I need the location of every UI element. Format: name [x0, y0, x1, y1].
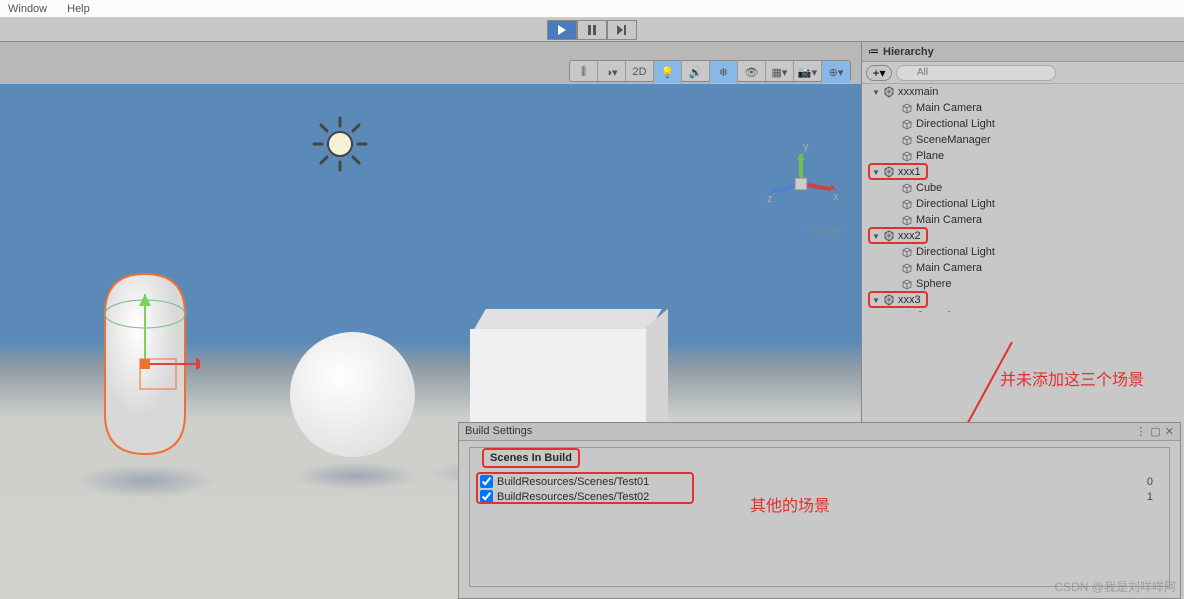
scenes-in-build-header: Scenes In Build	[482, 448, 580, 468]
menu-window[interactable]: Window	[4, 1, 51, 17]
gameobject-row[interactable]: Directional Light	[862, 196, 1184, 212]
capsule-object[interactable]	[90, 264, 200, 464]
scene-row[interactable]: ▼xxx3	[862, 292, 1184, 308]
lighting-toggle-icon[interactable]: 💡	[654, 61, 682, 83]
gameobject-name-label: Directional Light	[916, 118, 995, 130]
gizmos-toggle-icon[interactable]: ⊕▾	[822, 61, 850, 83]
step-button[interactable]	[607, 20, 637, 40]
gameobject-icon	[900, 277, 914, 291]
gameobject-name-label: Directional Light	[916, 198, 995, 210]
projection-label: ≡Persp	[806, 224, 841, 236]
svg-text:y: y	[803, 144, 809, 153]
annotation-not-added: 并未添加这三个场景	[1000, 366, 1144, 390]
scene-row[interactable]: ▼xxxmain	[862, 84, 1184, 100]
add-button[interactable]: +▾	[866, 65, 892, 81]
gameobject-name-label: Main Camera	[916, 214, 982, 226]
scene-index-label: 1	[1147, 491, 1159, 503]
camera-toggle-icon[interactable]: 📷▾	[794, 61, 822, 83]
shadow	[74, 464, 216, 498]
scene-name-label: xxxmain	[898, 86, 938, 98]
build-settings-title: Build Settings	[465, 425, 532, 438]
gameobject-icon	[900, 149, 914, 163]
gameobject-icon	[900, 101, 914, 115]
2d-toggle[interactable]: 2D	[626, 61, 654, 83]
gameobject-row[interactable]: Main Camera	[862, 100, 1184, 116]
audio-toggle-icon[interactable]: 🔊	[682, 61, 710, 83]
gameobject-row[interactable]: Sphere	[862, 276, 1184, 292]
grid-toggle-icon[interactable]: ▦▾	[766, 61, 794, 83]
scene-path-label: BuildResources/Scenes/Test01	[497, 476, 649, 488]
panel-close-icon[interactable]: ✕	[1165, 425, 1174, 438]
gameobject-icon	[900, 181, 914, 195]
gameobject-row[interactable]: Main Camera	[862, 212, 1184, 228]
gameobject-name-label: Sphere	[916, 278, 951, 290]
scene-index-label: 0	[1147, 476, 1159, 488]
panel-maximize-icon[interactable]: ▢	[1150, 425, 1160, 438]
gameobject-icon	[900, 197, 914, 211]
gameobject-name-label: Main Camera	[916, 102, 982, 114]
gameobject-row[interactable]: Plane	[862, 148, 1184, 164]
scene-name-label: xxx2	[898, 230, 921, 242]
scene-row[interactable]: ▼xxx2	[862, 228, 1184, 244]
scene-name-label: xxx1	[898, 166, 921, 178]
annotation-other-scenes: 其他的场景	[750, 492, 830, 516]
pause-button[interactable]	[577, 20, 607, 40]
scene-toolbar: ⫼ ◑▾ 2D 💡 🔊 ❄ 👁 ▦▾ 📷▾ ⊕▾	[569, 60, 851, 82]
hierarchy-icon: ≔	[868, 45, 879, 58]
watermark: CSDN @我是刘咩咩阿	[1054, 578, 1176, 595]
shading-dropdown-icon[interactable]: ◑▾	[598, 61, 626, 83]
unity-scene-icon	[882, 165, 896, 179]
directional-light-icon	[310, 114, 370, 174]
gameobject-icon	[900, 133, 914, 147]
gameobject-name-label: Directional Light	[916, 246, 995, 258]
svg-text:z: z	[767, 193, 773, 205]
unity-scene-icon	[882, 85, 896, 99]
hidden-toggle-icon[interactable]: 👁	[738, 61, 766, 83]
gameobject-row[interactable]: Directional Light	[862, 244, 1184, 260]
gameobject-name-label: Plane	[916, 150, 944, 162]
build-settings-panel: Build Settings ⋮ ▢ ✕ Scenes In Build Bui…	[458, 422, 1181, 599]
orientation-gizmo[interactable]: y x z	[761, 144, 841, 224]
gameobject-row[interactable]: Directional Light	[862, 116, 1184, 132]
gameobject-row[interactable]: SceneManager	[862, 132, 1184, 148]
menu-help[interactable]: Help	[63, 1, 94, 17]
play-button[interactable]	[547, 20, 577, 40]
unity-scene-icon	[882, 293, 896, 307]
gameobject-icon	[900, 213, 914, 227]
gameobject-icon	[900, 117, 914, 131]
gameobject-name-label: Main Camera	[916, 262, 982, 274]
fx-toggle-icon[interactable]: ❄	[710, 61, 738, 83]
build-scene-item[interactable]: BuildResources/Scenes/Test01 0	[470, 474, 1169, 489]
gameobject-row[interactable]: Main Camera	[862, 260, 1184, 276]
pivot-toggle-icon[interactable]: ⫼	[570, 61, 598, 83]
panel-menu-icon[interactable]: ⋮	[1135, 425, 1146, 438]
scene-checkbox[interactable]	[480, 490, 493, 503]
scenes-in-build-box: Scenes In Build BuildResources/Scenes/Te…	[469, 447, 1170, 587]
gameobject-icon	[900, 245, 914, 259]
svg-text:x: x	[833, 191, 839, 203]
gameobject-row[interactable]: Cube	[862, 180, 1184, 196]
hierarchy-search-input[interactable]	[896, 65, 1056, 81]
scene-row[interactable]: ▼xxx1	[862, 164, 1184, 180]
shadow	[292, 462, 420, 490]
gameobject-name-label: Cube	[916, 182, 942, 194]
unity-scene-icon	[882, 229, 896, 243]
gameobject-name-label: SceneManager	[916, 134, 991, 146]
hierarchy-tab-label[interactable]: Hierarchy	[883, 46, 934, 58]
menu-bar: Window Help	[0, 0, 1184, 18]
scene-path-label: BuildResources/Scenes/Test02	[497, 491, 649, 503]
play-controls-bar	[0, 18, 1184, 42]
scene-checkbox[interactable]	[480, 475, 493, 488]
scene-name-label: xxx3	[898, 294, 921, 306]
gameobject-icon	[900, 261, 914, 275]
hierarchy-tree[interactable]: ▼xxxmain Main Camera Directional Light Scen…	[862, 84, 1184, 312]
sphere-object[interactable]	[290, 332, 415, 457]
